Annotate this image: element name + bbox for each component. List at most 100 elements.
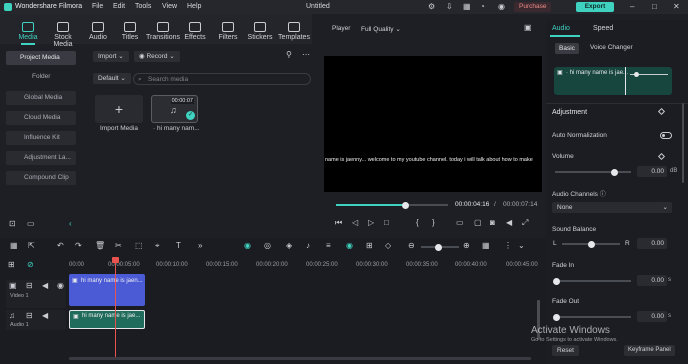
folder-icon[interactable]: ▭ bbox=[27, 219, 35, 228]
balance-value[interactable]: 0.00 bbox=[637, 238, 667, 249]
export-button[interactable]: Export bbox=[576, 2, 614, 12]
add-track-icon[interactable]: ⊞ bbox=[8, 260, 15, 269]
auto-normalization-toggle[interactable] bbox=[660, 132, 672, 139]
zoom-slider[interactable] bbox=[421, 243, 459, 251]
balance-slider-handle[interactable] bbox=[588, 240, 595, 248]
tab-audio-properties[interactable]: Audio bbox=[552, 25, 570, 32]
right-panel-scrollbar[interactable] bbox=[682, 103, 684, 183]
camera-icon[interactable]: ◙ bbox=[490, 218, 495, 227]
new-folder-icon[interactable]: ⊡ bbox=[9, 219, 16, 228]
filter-icon[interactable]: ⚲ bbox=[286, 50, 292, 59]
collapse-panel-icon[interactable]: ‹ bbox=[69, 219, 72, 228]
microphone-icon[interactable]: ♪ bbox=[306, 241, 310, 250]
sidebar-item-project-media[interactable]: Project Media bbox=[6, 51, 76, 65]
sidebar-item-influence-kit[interactable]: Influence Kit bbox=[6, 131, 76, 145]
tab-templates[interactable]: Templates bbox=[276, 22, 312, 41]
settings-icon[interactable]: ⚙ bbox=[428, 2, 435, 11]
audio-channels-dropdown[interactable]: None ⌄ bbox=[552, 202, 672, 213]
import-media-tile[interactable]: + bbox=[95, 95, 143, 123]
menu-file[interactable]: File bbox=[92, 3, 103, 10]
sidebar-item-global-media[interactable]: Global Media bbox=[6, 91, 76, 105]
tab-transitions[interactable]: Transitions bbox=[144, 22, 182, 41]
undo-icon[interactable]: ↶ bbox=[57, 241, 64, 250]
sidebar-item-folder[interactable]: Folder bbox=[32, 73, 50, 80]
fullscreen-icon[interactable]: ⤢ bbox=[522, 218, 528, 228]
audio-lock-icon[interactable]: ⊟ bbox=[26, 311, 33, 320]
video-clip[interactable]: ▣ hi many name is jaen... bbox=[69, 274, 145, 306]
subtab-voice-changer[interactable]: Voice Changer bbox=[590, 44, 633, 51]
maximize-icon[interactable]: □ bbox=[652, 2, 657, 11]
fade-out-slider[interactable] bbox=[553, 313, 631, 321]
tab-media[interactable]: Media bbox=[11, 22, 45, 45]
playback-handle[interactable] bbox=[401, 201, 409, 209]
record-dropdown[interactable]: ◉ Record ⌄ bbox=[134, 51, 180, 62]
playhead[interactable] bbox=[115, 258, 116, 360]
grid-icon[interactable]: ▦ bbox=[463, 2, 471, 11]
sidebar-item-cloud-media[interactable]: Cloud Media bbox=[6, 111, 76, 125]
shield-icon[interactable]: ◈ bbox=[286, 241, 292, 250]
fade-out-slider-handle[interactable] bbox=[553, 313, 560, 321]
quality-dropdown[interactable]: Full Quality ⌄ bbox=[361, 25, 401, 33]
play-icon[interactable]: ▷ bbox=[368, 218, 374, 227]
voiceover-icon[interactable]: ≡ bbox=[326, 241, 331, 250]
link-icon[interactable]: ⊘ bbox=[27, 260, 34, 269]
playhead-handle[interactable] bbox=[112, 257, 119, 263]
video-mute-icon[interactable]: ◀ bbox=[42, 281, 48, 290]
menu-view[interactable]: View bbox=[162, 3, 177, 10]
media-clip-thumbnail[interactable]: 00:00:07 ♫ ✓ bbox=[151, 95, 198, 123]
volume-icon[interactable]: ◀ bbox=[506, 218, 512, 227]
keyframe-panel-button[interactable]: Keyframe Panel bbox=[624, 345, 675, 356]
tab-filters[interactable]: Filters bbox=[211, 22, 245, 41]
select-tool-icon[interactable]: ⇱ bbox=[28, 241, 35, 250]
text-tool-icon[interactable]: T bbox=[176, 241, 181, 250]
split-icon[interactable]: ✂ bbox=[115, 241, 122, 250]
reset-button[interactable]: Reset bbox=[552, 345, 579, 356]
stop-icon[interactable]: □ bbox=[384, 218, 389, 227]
volume-slider[interactable] bbox=[555, 168, 631, 176]
mark-in-icon[interactable]: { bbox=[416, 218, 419, 227]
tab-audio[interactable]: Audio bbox=[81, 22, 115, 41]
account-icon[interactable]: ◉ bbox=[498, 2, 505, 11]
bell-icon[interactable]: ◔ bbox=[480, 2, 485, 11]
sidebar-item-compound-clip[interactable]: Compound Clip bbox=[6, 171, 76, 185]
tab-titles[interactable]: Titles bbox=[113, 22, 147, 41]
more-options-icon[interactable]: ⋯ bbox=[302, 50, 310, 59]
tab-stock-media[interactable]: Stock Media bbox=[45, 22, 81, 48]
zoom-slider-handle[interactable] bbox=[435, 243, 442, 251]
download-icon[interactable]: ⇩ bbox=[446, 2, 453, 11]
video-visibility-icon[interactable]: ◉ bbox=[57, 281, 64, 290]
timeline-dropdown-icon[interactable]: ⌄ bbox=[518, 241, 525, 250]
sort-dropdown[interactable]: Default ⌄ bbox=[93, 73, 131, 84]
tab-stickers[interactable]: Stickers bbox=[243, 22, 277, 41]
render-icon[interactable]: ◎ bbox=[264, 241, 271, 250]
monitor-icon[interactable]: ▢ bbox=[474, 218, 482, 227]
fade-in-slider[interactable] bbox=[553, 277, 631, 285]
search-input[interactable]: ⌕ Search media bbox=[133, 73, 311, 85]
snapshot-panel-icon[interactable]: ▣ bbox=[524, 23, 532, 32]
menu-tools[interactable]: Tools bbox=[135, 3, 151, 10]
audio-clip[interactable]: ▣ hi many name is jae... bbox=[69, 310, 145, 329]
purchase-button[interactable]: Purchase bbox=[514, 2, 552, 12]
step-back-icon[interactable]: ⏮ bbox=[335, 218, 342, 228]
balance-slider[interactable] bbox=[562, 240, 620, 248]
fade-out-value[interactable]: 0.00 bbox=[637, 311, 667, 322]
subtab-basic[interactable]: Basic bbox=[555, 43, 579, 54]
minimize-icon[interactable]: – bbox=[630, 2, 634, 11]
timeline-options-icon[interactable]: ⋮ bbox=[504, 241, 512, 250]
layout-icon[interactable]: ▦ bbox=[10, 241, 18, 250]
playback-progress[interactable] bbox=[336, 201, 448, 209]
auto-highlight-icon[interactable]: ◉ bbox=[346, 241, 353, 250]
marker-icon[interactable]: ◇ bbox=[385, 241, 391, 250]
tab-speed[interactable]: Speed bbox=[593, 25, 613, 32]
timeline-view-icon[interactable]: ▦ bbox=[482, 241, 490, 250]
close-icon[interactable]: ✕ bbox=[673, 2, 680, 11]
redo-icon[interactable]: ↷ bbox=[75, 241, 82, 250]
crop-icon[interactable]: ⬚ bbox=[135, 241, 143, 250]
audio-clip-slider-knob[interactable] bbox=[634, 72, 639, 77]
menu-edit[interactable]: Edit bbox=[113, 3, 125, 10]
delete-icon[interactable]: 🗑 bbox=[95, 241, 105, 250]
timeline-horizontal-scrollbar[interactable] bbox=[69, 357, 531, 360]
audio-mute-icon[interactable]: ◀ bbox=[42, 311, 48, 320]
video-lock-icon[interactable]: ⊟ bbox=[26, 281, 33, 290]
volume-value[interactable]: 0.00 bbox=[637, 166, 667, 177]
